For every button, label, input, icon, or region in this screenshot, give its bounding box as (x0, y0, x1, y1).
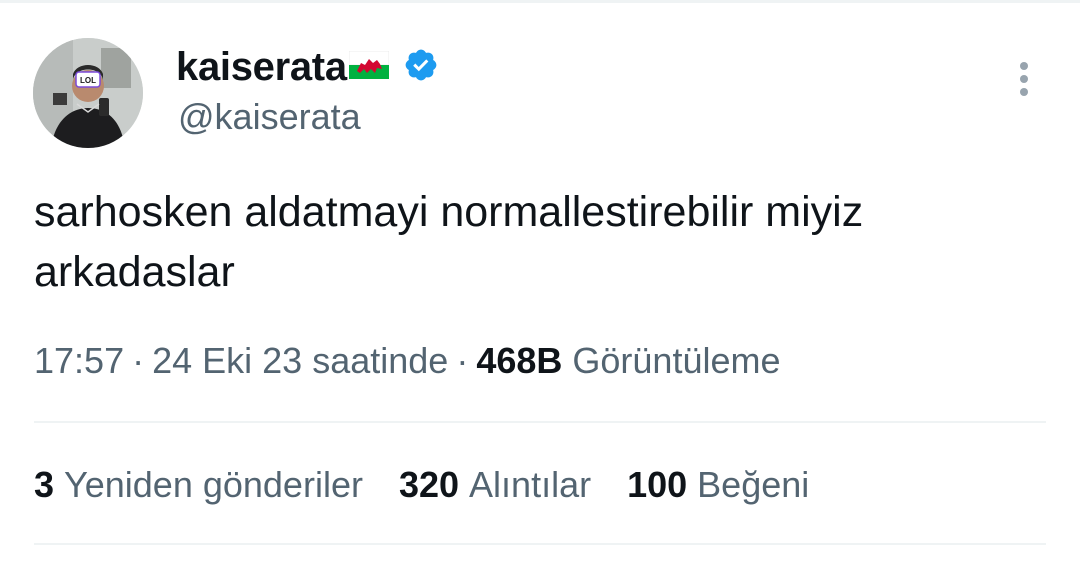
separator-dot: · (132, 340, 145, 381)
wales-flag-icon (348, 50, 390, 84)
likes-stat[interactable]: 100 Beğeni (627, 464, 809, 506)
engagement-stats: 3 Yeniden gönderiler 320 Alıntılar 100 Beğe… (34, 464, 845, 506)
display-name[interactable]: kaiserata (176, 45, 347, 90)
tweet-text: sarhosken aldatmayi normallestirebilir m… (34, 188, 864, 296)
more-options-icon[interactable] (1010, 62, 1038, 102)
tweet-time[interactable]: 17:57 (34, 340, 124, 381)
tweet-date[interactable]: 24 Eki 23 saatinde (152, 340, 448, 381)
top-divider (0, 0, 1080, 3)
avatar[interactable]: LOL (33, 38, 143, 148)
display-name-row[interactable]: kaiserata (176, 42, 439, 92)
views-label: Görüntüleme (572, 340, 781, 381)
svg-text:LOL: LOL (80, 76, 96, 85)
reposts-stat[interactable]: 3 Yeniden gönderiler (34, 464, 363, 506)
views-count: 468B (476, 340, 563, 381)
author-handle[interactable]: @kaiserata (178, 96, 361, 138)
verified-badge-icon (403, 47, 439, 88)
divider (34, 543, 1046, 545)
quotes-stat[interactable]: 320 Alıntılar (399, 464, 591, 506)
divider (34, 421, 1046, 423)
tweet-meta: 17:57 · 24 Eki 23 saatinde · 468B Görüntülem… (34, 340, 781, 382)
separator-dot: · (456, 340, 469, 381)
